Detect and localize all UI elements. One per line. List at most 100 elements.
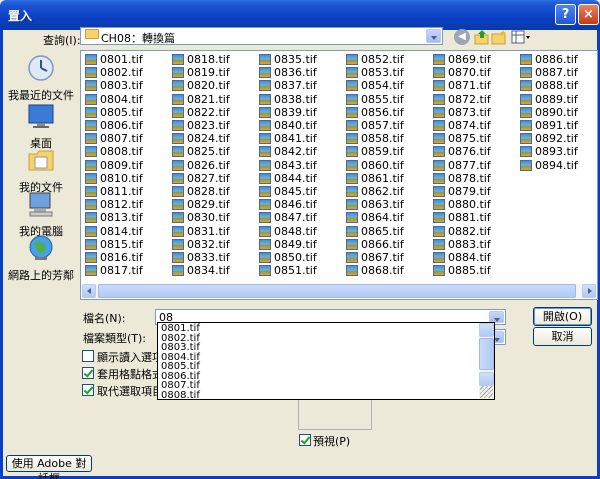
- file-item[interactable]: 0870.tif: [433, 66, 491, 79]
- file-item[interactable]: 0841.tif: [259, 132, 317, 145]
- place-recent-documents[interactable]: 我最近的文件: [6, 54, 76, 103]
- file-item[interactable]: 0801.tif: [85, 53, 143, 66]
- file-item[interactable]: 0843.tif: [259, 159, 317, 172]
- file-item[interactable]: 0837.tif: [259, 79, 317, 92]
- file-item[interactable]: 0889.tif: [520, 93, 578, 106]
- file-item[interactable]: 0815.tif: [85, 238, 143, 251]
- file-item[interactable]: 0882.tif: [433, 225, 491, 238]
- file-item[interactable]: 0891.tif: [520, 119, 578, 132]
- file-item[interactable]: 0817.tif: [85, 264, 143, 277]
- file-item[interactable]: 0887.tif: [520, 66, 578, 79]
- file-item[interactable]: 0873.tif: [433, 106, 491, 119]
- new-folder-icon[interactable]: [491, 29, 507, 45]
- file-item[interactable]: 0814.tif: [85, 225, 143, 238]
- file-item[interactable]: 0820.tif: [172, 79, 230, 92]
- file-item[interactable]: 0809.tif: [85, 159, 143, 172]
- file-item[interactable]: 0860.tif: [346, 159, 404, 172]
- open-button[interactable]: 開啟(O): [533, 307, 592, 326]
- file-item[interactable]: 0805.tif: [85, 106, 143, 119]
- file-item[interactable]: 0812.tif: [85, 198, 143, 211]
- file-item[interactable]: 0853.tif: [346, 66, 404, 79]
- file-item[interactable]: 0885.tif: [433, 264, 491, 277]
- file-item[interactable]: 0840.tif: [259, 119, 317, 132]
- scroll-down-button[interactable]: [479, 372, 494, 386]
- file-item[interactable]: 0847.tif: [259, 211, 317, 224]
- up-folder-icon[interactable]: [474, 29, 490, 45]
- file-item[interactable]: 0893.tif: [520, 145, 578, 158]
- place-my-computer[interactable]: 我的電腦: [6, 190, 76, 239]
- autocomplete-dropdown[interactable]: 0808.tif 0807.tif 0806.tif 0805.tif 0804.tif…: [157, 322, 495, 400]
- file-item[interactable]: 0872.tif: [433, 93, 491, 106]
- file-item[interactable]: 0858.tif: [346, 132, 404, 145]
- file-item[interactable]: 0842.tif: [259, 145, 317, 158]
- file-item[interactable]: 0851.tif: [259, 264, 317, 277]
- file-item[interactable]: 0877.tif: [433, 159, 491, 172]
- scroll-thumb[interactable]: [98, 284, 576, 298]
- resize-grip[interactable]: [480, 386, 493, 398]
- scroll-left-button[interactable]: [82, 284, 96, 298]
- file-item[interactable]: 0807.tif: [85, 132, 143, 145]
- file-item[interactable]: 0835.tif: [259, 53, 317, 66]
- autocomplete-item[interactable]: 0801.tif: [161, 324, 200, 334]
- file-item[interactable]: 0854.tif: [346, 79, 404, 92]
- file-item[interactable]: 0818.tif: [172, 53, 230, 66]
- file-item[interactable]: 0864.tif: [346, 211, 404, 224]
- file-item[interactable]: 0821.tif: [172, 93, 230, 106]
- file-item[interactable]: 0802.tif: [85, 66, 143, 79]
- file-item[interactable]: 0886.tif: [520, 53, 578, 66]
- place-network[interactable]: 網路上的芳鄰: [6, 234, 76, 283]
- file-item[interactable]: 0810.tif: [85, 172, 143, 185]
- file-item[interactable]: 0880.tif: [433, 198, 491, 211]
- file-item[interactable]: 0874.tif: [433, 119, 491, 132]
- cancel-button[interactable]: 取消: [533, 327, 592, 346]
- autocomplete-item[interactable]: 0802.tif: [161, 333, 200, 344]
- view-menu-icon[interactable]: [511, 29, 531, 45]
- file-item[interactable]: 0827.tif: [172, 172, 230, 185]
- file-item[interactable]: 0878.tif: [433, 172, 491, 185]
- file-item[interactable]: 0834.tif: [172, 264, 230, 277]
- autocomplete-item[interactable]: 0803.tif: [161, 343, 200, 353]
- autocomplete-item[interactable]: 0805.tif: [161, 362, 200, 372]
- chevron-down-icon[interactable]: [426, 29, 441, 43]
- file-item[interactable]: 0804.tif: [85, 93, 143, 106]
- file-item[interactable]: 0808.tif: [85, 145, 143, 158]
- file-item[interactable]: 0846.tif: [259, 198, 317, 211]
- file-list[interactable]: 0801.tif 0802.tif 0803.tif 0804.tif 0805.tif…: [80, 50, 598, 300]
- file-item[interactable]: 0884.tif: [433, 251, 491, 264]
- file-item[interactable]: 0862.tif: [346, 185, 404, 198]
- file-item[interactable]: 0822.tif: [172, 106, 230, 119]
- file-item[interactable]: 0890.tif: [520, 106, 578, 119]
- file-item[interactable]: 0832.tif: [172, 238, 230, 251]
- file-item[interactable]: 0866.tif: [346, 238, 404, 251]
- file-item[interactable]: 0876.tif: [433, 145, 491, 158]
- file-item[interactable]: 0844.tif: [259, 172, 317, 185]
- file-item[interactable]: 0825.tif: [172, 145, 230, 158]
- place-desktop[interactable]: 桌面: [6, 102, 76, 151]
- file-item[interactable]: 0845.tif: [259, 185, 317, 198]
- file-item[interactable]: 0855.tif: [346, 93, 404, 106]
- help-button[interactable]: ?: [555, 4, 576, 25]
- horizontal-scrollbar[interactable]: [82, 284, 596, 298]
- look-in-dropdown[interactable]: CH08：轉換篇: [80, 27, 443, 45]
- file-item[interactable]: 0859.tif: [346, 145, 404, 158]
- file-item[interactable]: 0894.tif: [520, 159, 578, 172]
- file-item[interactable]: 0892.tif: [520, 132, 578, 145]
- file-item[interactable]: 0849.tif: [259, 238, 317, 251]
- file-item[interactable]: 0824.tif: [172, 132, 230, 145]
- back-icon[interactable]: ◀: [454, 29, 470, 45]
- file-item[interactable]: 0883.tif: [433, 238, 491, 251]
- file-item[interactable]: 0879.tif: [433, 185, 491, 198]
- scroll-right-button[interactable]: [582, 284, 596, 298]
- file-item[interactable]: 0829.tif: [172, 198, 230, 211]
- file-item[interactable]: 0816.tif: [85, 251, 143, 264]
- file-item[interactable]: 0861.tif: [346, 172, 404, 185]
- replace-selection-checkbox[interactable]: [82, 384, 94, 396]
- autocomplete-item[interactable]: 0804.tif: [161, 352, 200, 363]
- file-item[interactable]: 0881.tif: [433, 211, 491, 224]
- file-item[interactable]: 0871.tif: [433, 79, 491, 92]
- file-item[interactable]: 0811.tif: [85, 185, 143, 198]
- file-item[interactable]: 0868.tif: [346, 264, 404, 277]
- file-item[interactable]: 0826.tif: [172, 159, 230, 172]
- file-item[interactable]: 0852.tif: [346, 53, 404, 66]
- file-item[interactable]: 0828.tif: [172, 185, 230, 198]
